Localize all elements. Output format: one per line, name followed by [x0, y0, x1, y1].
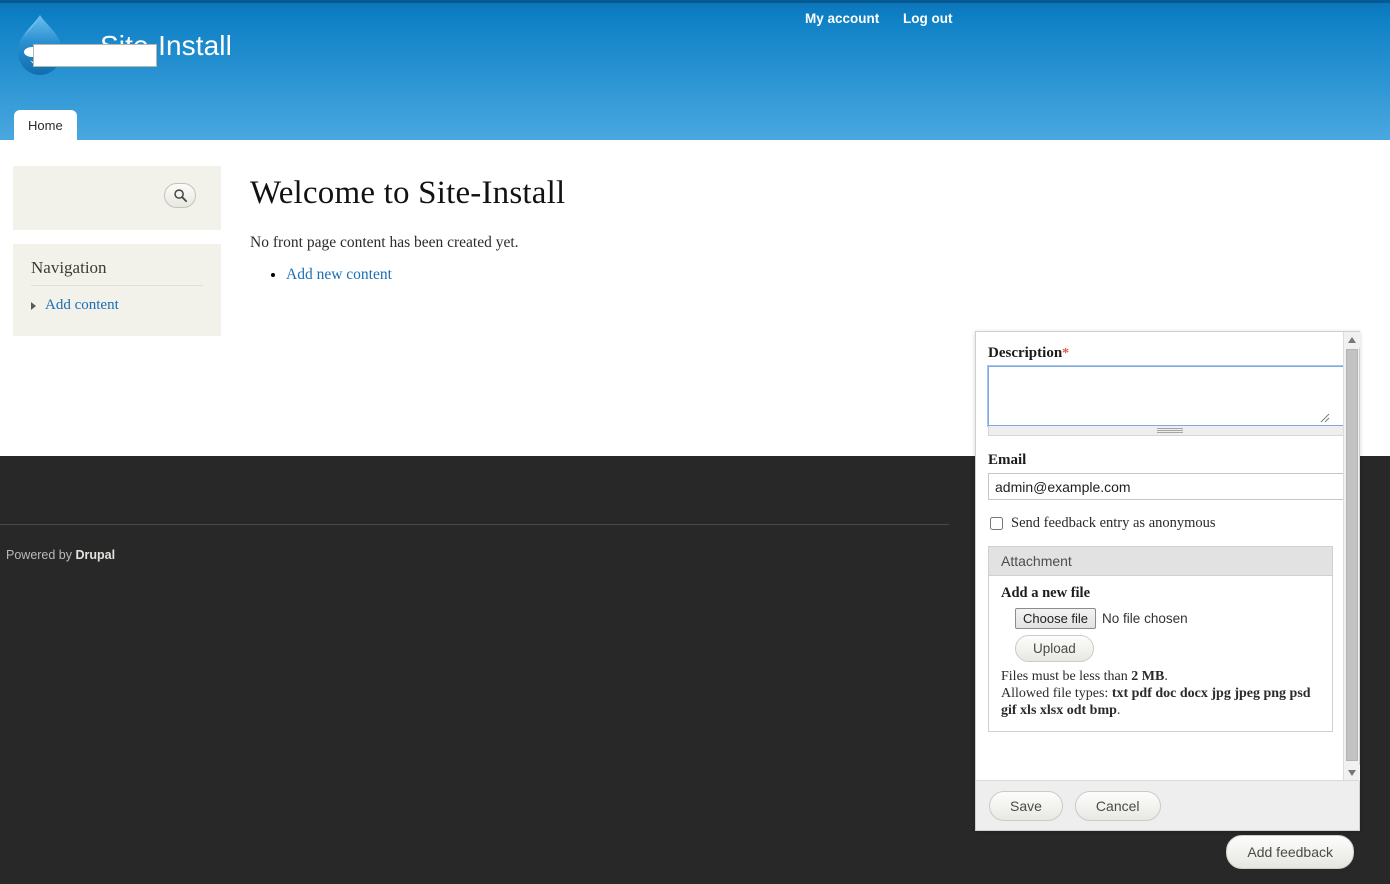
user-links: My account Log out: [805, 11, 973, 26]
description-label: Description*: [988, 345, 1333, 362]
list-item: Add new content: [286, 266, 950, 284]
description-wrapper: [987, 365, 1345, 427]
log-out-link[interactable]: Log out: [903, 11, 952, 26]
tab-home[interactable]: Home: [14, 110, 77, 140]
file-types-note: Allowed file types: txt pdf doc docx jpg…: [1001, 685, 1320, 719]
scroll-up-arrow-icon[interactable]: [1344, 332, 1360, 348]
anonymous-checkbox-label[interactable]: Send feedback entry as anonymous: [1011, 515, 1216, 532]
cancel-button[interactable]: Cancel: [1074, 790, 1161, 821]
page-title: Welcome to Site-Install: [250, 175, 566, 211]
file-input-row: Choose file No file chosen: [1015, 608, 1320, 629]
scrollbar-thumb[interactable]: [1346, 349, 1358, 761]
choose-file-button[interactable]: Choose file: [1015, 608, 1097, 629]
powered-by-text: Powered by Drupal: [6, 548, 115, 562]
description-label-text: Description: [988, 345, 1063, 361]
navigation-title: Navigation: [31, 258, 203, 286]
modal-action-bar: Save Cancel: [976, 780, 1359, 830]
file-size-note: Files must be less than 2 MB.: [1001, 668, 1320, 685]
anonymous-checkbox[interactable]: [990, 517, 1003, 530]
types-note-prefix: Allowed file types:: [1001, 686, 1112, 701]
anonymous-checkbox-row: Send feedback entry as anonymous: [988, 515, 1333, 532]
no-file-chosen-text: No file chosen: [1102, 611, 1188, 626]
main-content: Welcome to Site-Install No front page co…: [250, 175, 950, 288]
site-header: Site-Install My account Log out Home: [0, 0, 1390, 140]
textarea-grippie-handle[interactable]: [988, 426, 1345, 436]
add-feedback-button[interactable]: Add feedback: [1226, 835, 1354, 869]
grippie-lines-icon: [1156, 428, 1183, 434]
triangle-right-icon: [31, 302, 36, 310]
search-icon: [165, 188, 195, 203]
my-account-link[interactable]: My account: [805, 11, 879, 26]
list-item: Add content: [31, 296, 203, 314]
feedback-modal: Description* Email Se: [975, 331, 1360, 831]
footer-divider: [0, 524, 949, 525]
size-note-suffix: .: [1164, 669, 1168, 684]
search-input[interactable]: [33, 44, 157, 67]
email-label: Email: [988, 452, 1027, 468]
sidebar-item-add-content[interactable]: Add content: [45, 297, 119, 313]
search-button[interactable]: [164, 183, 196, 208]
navigation-list: Add content: [31, 296, 203, 314]
upload-button[interactable]: Upload: [1015, 635, 1094, 662]
primary-tabs: Home: [14, 110, 77, 140]
empty-message: No front page content has been created y…: [250, 234, 519, 251]
page-root: Site-Install My account Log out Home Nav…: [0, 0, 1390, 884]
attachment-fieldset: Attachment Add a new file Choose file No…: [988, 546, 1333, 732]
size-note-prefix: Files must be less than: [1001, 669, 1132, 684]
types-note-suffix: .: [1116, 703, 1121, 718]
attachment-legend: Attachment: [989, 547, 1332, 576]
description-textarea[interactable]: [987, 365, 1345, 427]
feedback-form-scroll-area: Description* Email Se: [976, 332, 1345, 781]
attachment-body: Add a new file Choose file No file chose…: [989, 576, 1332, 731]
size-note-value: 2 MB: [1131, 669, 1165, 684]
save-button[interactable]: Save: [989, 790, 1063, 821]
email-field[interactable]: [988, 473, 1345, 500]
navigation-block: Navigation Add content: [13, 244, 221, 336]
add-new-file-label: Add a new file: [1001, 585, 1091, 601]
required-asterisk: *: [1062, 346, 1070, 361]
content-links-list: Add new content: [250, 266, 950, 284]
add-new-content-link[interactable]: Add new content: [286, 266, 392, 283]
drupal-link[interactable]: Drupal: [75, 548, 115, 562]
scroll-down-arrow-icon[interactable]: [1344, 765, 1360, 781]
modal-scrollbar[interactable]: [1343, 332, 1360, 781]
powered-by-prefix: Powered by: [6, 548, 76, 562]
